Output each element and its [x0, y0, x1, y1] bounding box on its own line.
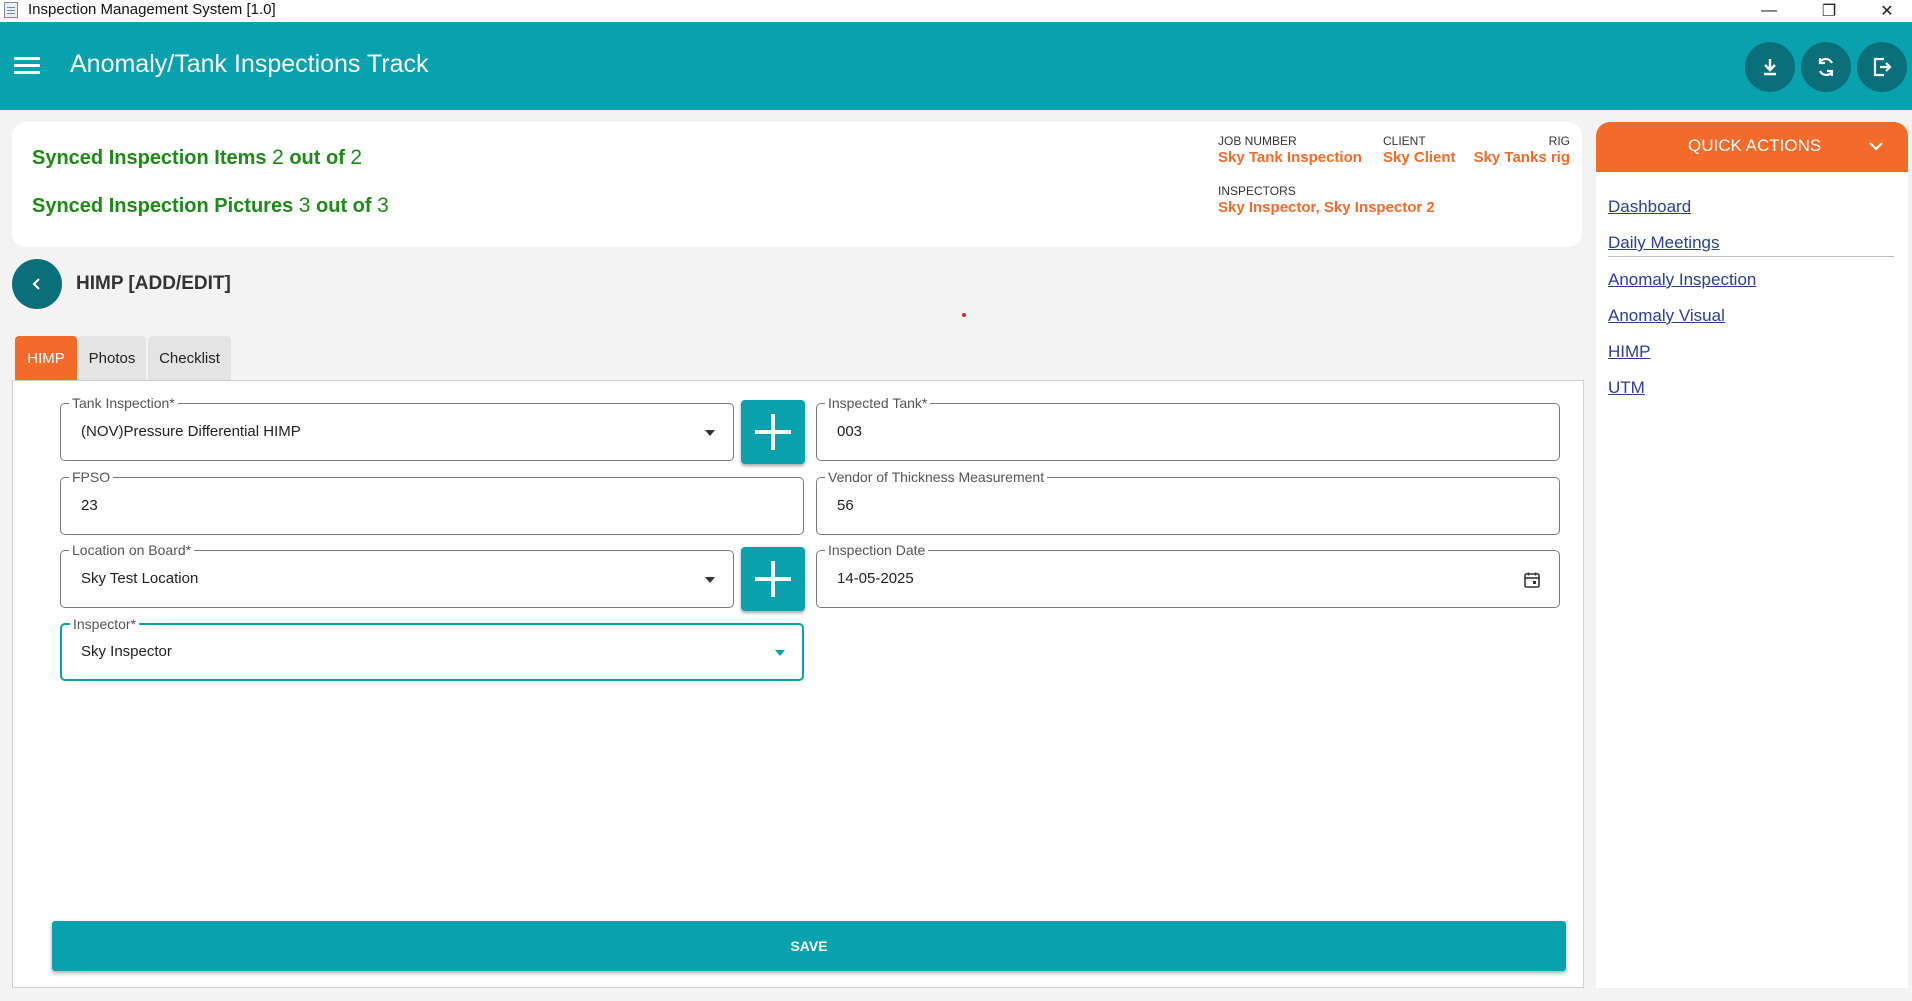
window-title-bar: Inspection Management System [1.0] — ❐ ✕ — [0, 0, 1912, 22]
section-title: HIMP [ADD/EDIT] — [76, 273, 231, 294]
chevron-left-icon — [32, 278, 40, 290]
tab-himp[interactable]: HIMP — [15, 336, 77, 380]
inspectors-label: INSPECTORS — [1218, 184, 1296, 198]
logout-button[interactable] — [1857, 42, 1907, 92]
dropdown-arrow-icon — [705, 577, 715, 583]
fpso-value: 23 — [81, 497, 98, 514]
synced-pictures-count: 3 — [298, 194, 311, 217]
dropdown-arrow-icon — [775, 650, 785, 656]
fpso-label: FPSO — [69, 468, 114, 486]
job-number-label: JOB NUMBER — [1218, 134, 1297, 148]
vendor-thickness-value: 56 — [837, 497, 854, 514]
quick-link-anomaly-visual[interactable]: Anomaly Visual — [1608, 306, 1725, 326]
synced-items-count: 2 — [272, 146, 284, 169]
quick-actions-header[interactable]: QUICK ACTIONS — [1596, 122, 1908, 172]
rig-label: RIG — [1548, 134, 1570, 148]
quick-link-anomaly-inspection[interactable]: Anomaly Inspection — [1608, 270, 1756, 290]
inspectors-value: Sky Inspector, Sky Inspector 2 — [1218, 199, 1435, 216]
page-title: Anomaly/Tank Inspections Track — [70, 50, 429, 78]
location-on-board-select[interactable]: Location on Board* Sky Test Location — [60, 541, 734, 608]
inspector-value: Sky Inspector — [81, 643, 172, 660]
download-button[interactable] — [1745, 42, 1795, 92]
minimize-button[interactable]: — — [1746, 0, 1792, 22]
tank-inspection-label: Tank Inspection* — [69, 394, 178, 412]
download-icon — [1764, 59, 1776, 76]
synced-pictures-status: Synced Inspection Pictures 3 out of 3 — [32, 194, 389, 217]
sync-button[interactable] — [1801, 42, 1851, 92]
fpso-field[interactable]: FPSO 23 — [60, 468, 804, 535]
tank-inspection-value: (NOV)Pressure Differential HIMP — [81, 423, 301, 440]
synced-pictures-total: 3 — [377, 194, 389, 217]
inspected-tank-field[interactable]: Inspected Tank* 003 — [816, 394, 1560, 461]
client-label: CLIENT — [1383, 134, 1426, 148]
save-button[interactable]: SAVE — [52, 921, 1566, 971]
vendor-thickness-field[interactable]: Vendor of Thickness Measurement 56 — [816, 468, 1560, 535]
divider — [1608, 256, 1894, 257]
app-header: Anomaly/Tank Inspections Track — [0, 22, 1912, 110]
location-on-board-value: Sky Test Location — [81, 570, 199, 587]
tank-inspection-select[interactable]: Tank Inspection* (NOV)Pressure Different… — [60, 394, 734, 461]
status-dot — [962, 313, 966, 317]
quick-link-daily-meetings[interactable]: Daily Meetings — [1608, 233, 1720, 253]
back-button[interactable] — [12, 259, 62, 309]
rig-value: Sky Tanks rig — [1473, 149, 1570, 166]
inspection-date-label: Inspection Date — [825, 541, 929, 559]
menu-icon[interactable] — [14, 55, 40, 77]
maximize-button[interactable]: ❐ — [1806, 0, 1852, 22]
tab-photos[interactable]: Photos — [78, 336, 146, 380]
job-number-value: Sky Tank Inspection — [1218, 149, 1362, 166]
quick-link-dashboard[interactable]: Dashboard — [1608, 197, 1691, 217]
inspector-select[interactable]: Inspector* Sky Inspector — [60, 615, 804, 681]
add-tank-inspection-button[interactable] — [741, 400, 805, 464]
quick-link-utm[interactable]: UTM — [1608, 378, 1645, 398]
synced-items-status: Synced Inspection Items 2 out of 2 — [32, 146, 363, 169]
himp-form-panel — [12, 380, 1584, 988]
sync-status-card: Synced Inspection Items 2 out of 2 Synce… — [12, 122, 1582, 247]
synced-items-total: 2 — [350, 146, 363, 169]
add-location-button[interactable] — [741, 547, 805, 611]
inspected-tank-value: 003 — [837, 423, 863, 440]
logout-icon — [1873, 57, 1892, 77]
location-on-board-label: Location on Board* — [69, 541, 195, 559]
client-value: Sky Client — [1383, 149, 1456, 166]
dropdown-arrow-icon — [705, 430, 715, 436]
close-window-button[interactable]: ✕ — [1864, 0, 1910, 22]
inspector-label: Inspector* — [70, 615, 140, 633]
chevron-down-icon — [1869, 142, 1883, 151]
app-icon — [4, 2, 18, 18]
quick-actions-title: QUICK ACTIONS — [1688, 136, 1822, 155]
quick-link-himp[interactable]: HIMP — [1608, 342, 1651, 362]
tab-checklist[interactable]: Checklist — [148, 336, 231, 380]
inspection-date-field[interactable]: Inspection Date 14-05-2025 — [816, 541, 1560, 608]
window-title: Inspection Management System [1.0] — [28, 1, 276, 18]
inspected-tank-label: Inspected Tank* — [825, 394, 931, 412]
calendar-icon[interactable] — [1523, 571, 1541, 589]
vendor-thickness-label: Vendor of Thickness Measurement — [825, 468, 1048, 486]
quick-actions-panel: QUICK ACTIONS Dashboard Daily Meetings A… — [1596, 122, 1908, 988]
inspection-date-value: 14-05-2025 — [837, 570, 914, 587]
sync-icon — [1818, 57, 1834, 77]
